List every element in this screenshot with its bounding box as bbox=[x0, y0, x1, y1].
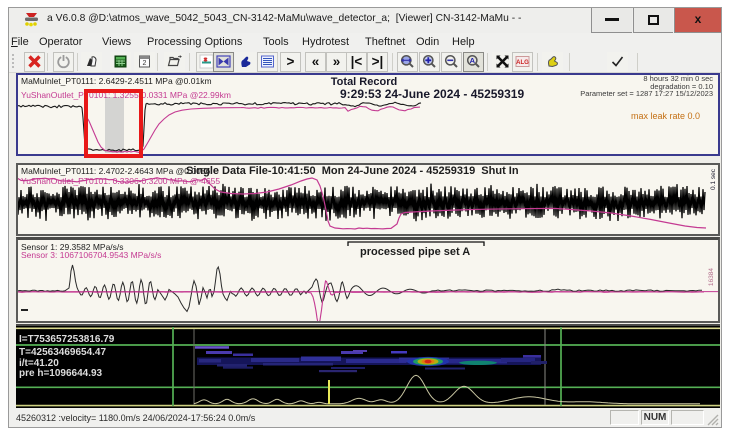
svg-text:2: 2 bbox=[143, 60, 147, 67]
svg-text:ALG: ALG bbox=[516, 60, 529, 66]
svg-text:A: A bbox=[470, 56, 476, 65]
